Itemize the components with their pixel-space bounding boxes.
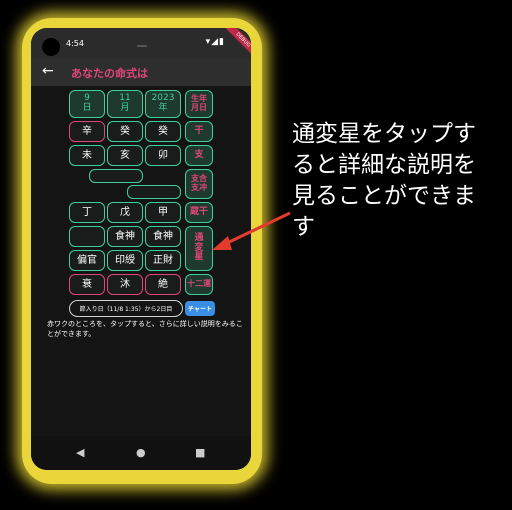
callout-annotation-text: 通変星をタップすると詳細な説明を見ることができます [292,121,476,240]
callout-arrow-icon [212,211,291,250]
